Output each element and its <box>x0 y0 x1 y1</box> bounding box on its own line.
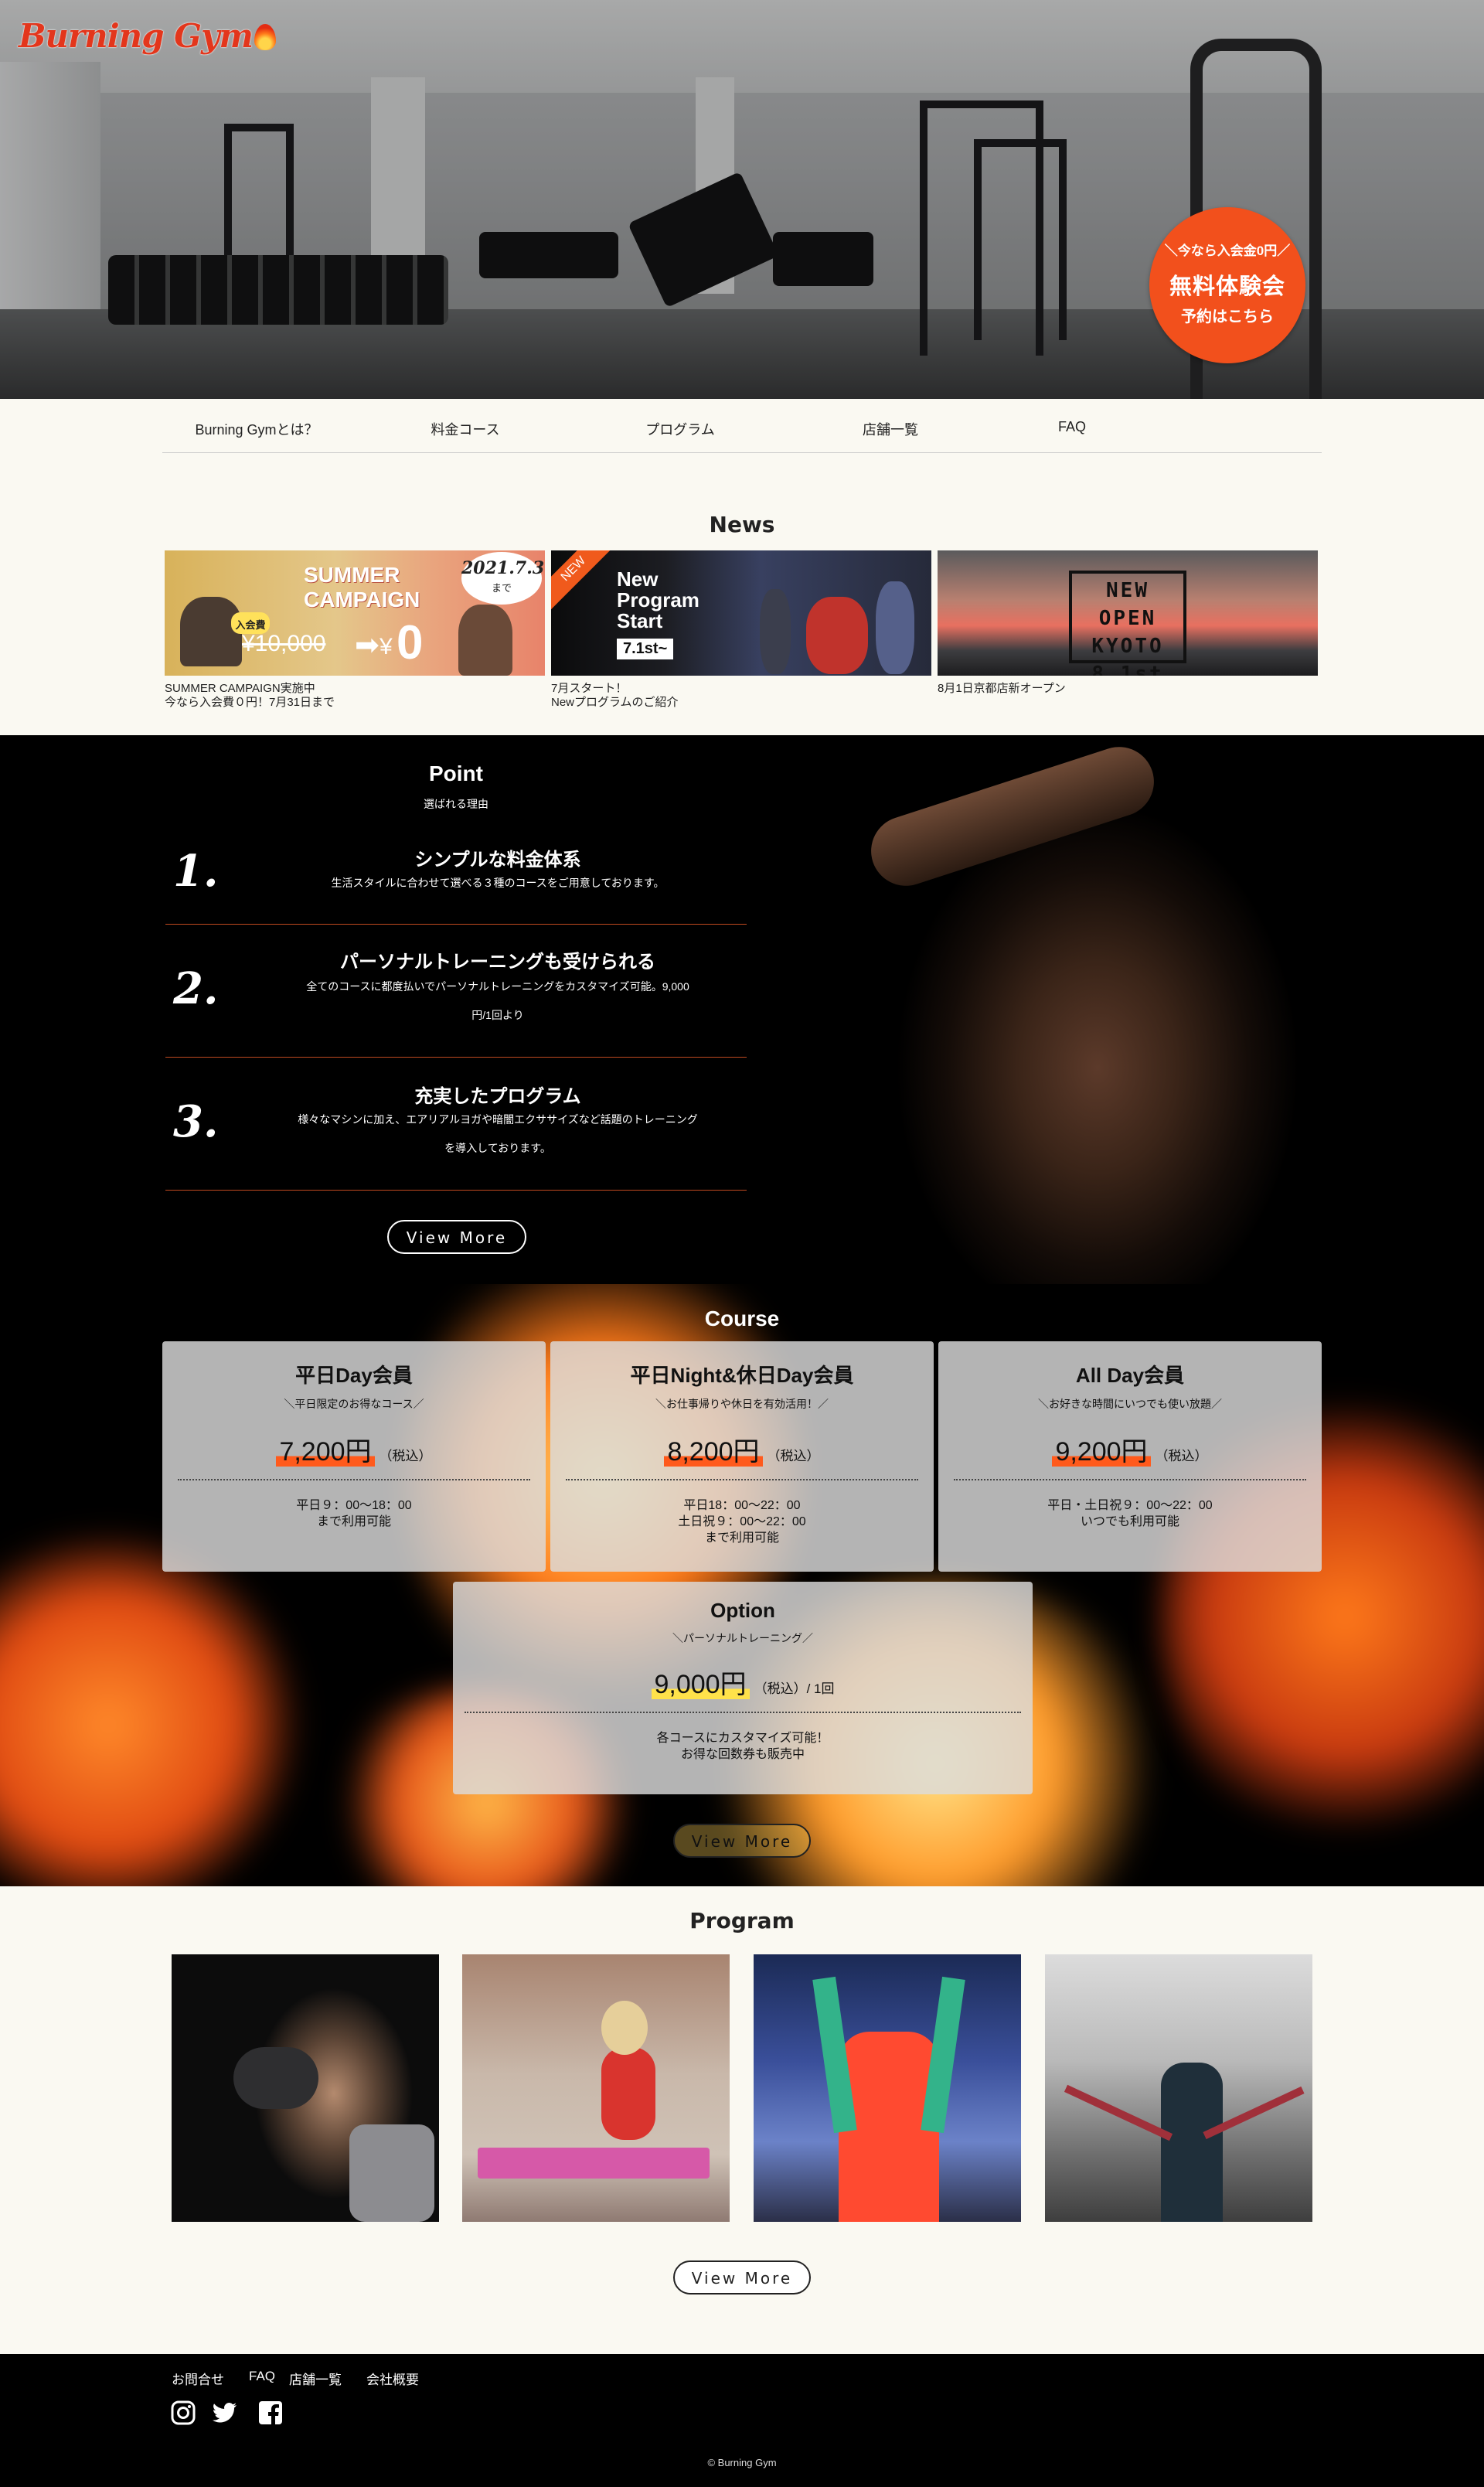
program-view-more-button[interactable]: View More <box>673 2260 811 2295</box>
nav-item-stores[interactable]: 店舗一覧 <box>821 419 960 439</box>
news-image-kyoto: NEW OPEN KYOTO 8.1st <box>938 550 1318 676</box>
program-image-boxing[interactable] <box>172 1954 439 2222</box>
news-card-kyoto[interactable]: NEW OPEN KYOTO 8.1st 8月1日京都店新オープン <box>938 550 1318 696</box>
facebook-icon[interactable] <box>257 2400 284 2426</box>
nav-item-faq[interactable]: FAQ <box>1002 419 1142 435</box>
point-item: 1. シンプルな料金体系 生活スタイルに合わせて選べる３種のコースをご用意してお… <box>165 835 747 925</box>
program-image-ropes[interactable] <box>1045 1954 1312 2222</box>
footer-link-faq[interactable]: FAQ <box>249 2369 275 2384</box>
nav-item-course[interactable]: 料金コース <box>396 419 535 439</box>
footer-link-stores[interactable]: 店舗一覧 <box>289 2369 342 2388</box>
footer-link-company[interactable]: 会社概要 <box>366 2369 419 2388</box>
course-card[interactable]: All Day会員 ＼お好きな時間にいつでも使い放題／ 9,200円 （税込） 平… <box>938 1341 1322 1572</box>
nav-item-program[interactable]: プログラム <box>611 419 750 439</box>
course-card[interactable]: 平日Night&休日Day会員 ＼お仕事帰りや休日を有効活用！／ 8,200円（… <box>550 1341 934 1572</box>
twitter-icon[interactable] <box>212 2400 238 2426</box>
athlete-photo <box>773 735 1484 1284</box>
course-title: Course <box>704 1307 780 1330</box>
program-image-floor[interactable] <box>462 1954 730 2222</box>
program-image-bands[interactable] <box>754 1954 1021 2222</box>
arrow-right-icon: ➡ <box>355 629 380 662</box>
news-title: News <box>709 512 775 537</box>
point-item: 3. 充実したプログラム 様々なマシンに加え、エアリアルヨガや暗闇エクササイズな… <box>165 1058 747 1191</box>
date-badge: 2021.7.31まで <box>461 552 545 605</box>
news-image-program: NEW New Program Start 7.1st~ <box>551 550 931 676</box>
point-title: Point <box>429 761 483 785</box>
site-logo[interactable]: Burning Gym <box>19 17 276 55</box>
main-nav: Burning Gymとは？ 料金コース プログラム 店舗一覧 FAQ <box>162 399 1322 453</box>
news-card-program[interactable]: NEW New Program Start 7.1st~ 7月スタート！ Newプ… <box>551 550 931 710</box>
flame-icon <box>254 24 276 50</box>
new-open-box: NEW OPEN KYOTO 8.1st <box>1069 571 1186 676</box>
program-title: Program <box>689 1908 795 1933</box>
point-item: 2. パーソナルトレーニングも受けられる 全てのコースに都度払いでパーソナルトレ… <box>165 925 747 1058</box>
point-subtitle: 選ばれる理由 <box>424 798 488 810</box>
course-view-more-button[interactable]: View More <box>673 1824 811 1858</box>
news-card-summer[interactable]: SUMMER CAMPAIGN 2021.7.31まで 入会費 ¥10,000 … <box>165 550 545 710</box>
footer-link-contact[interactable]: お問合せ <box>172 2369 224 2388</box>
nav-item-about[interactable]: Burning Gymとは？ <box>187 419 326 439</box>
option-card[interactable]: Option ＼パーソナルトレーニング／ 9,000円 （税込）/ 1回 各コース… <box>453 1582 1033 1794</box>
free-trial-button[interactable]: ＼今なら入会金0円／ 無料体験会 予約はこちら <box>1149 207 1305 363</box>
instagram-icon[interactable] <box>170 2400 196 2426</box>
point-view-more-button[interactable]: View More <box>387 1220 526 1254</box>
copyright: © Burning Gym <box>707 2457 777 2468</box>
course-card[interactable]: 平日Day会員 ＼平日限定のお得なコース／ 7,200円 （税込） 平日９：00〜… <box>162 1341 546 1572</box>
news-image-summer: SUMMER CAMPAIGN 2021.7.31まで 入会費 ¥10,000 … <box>165 550 545 676</box>
